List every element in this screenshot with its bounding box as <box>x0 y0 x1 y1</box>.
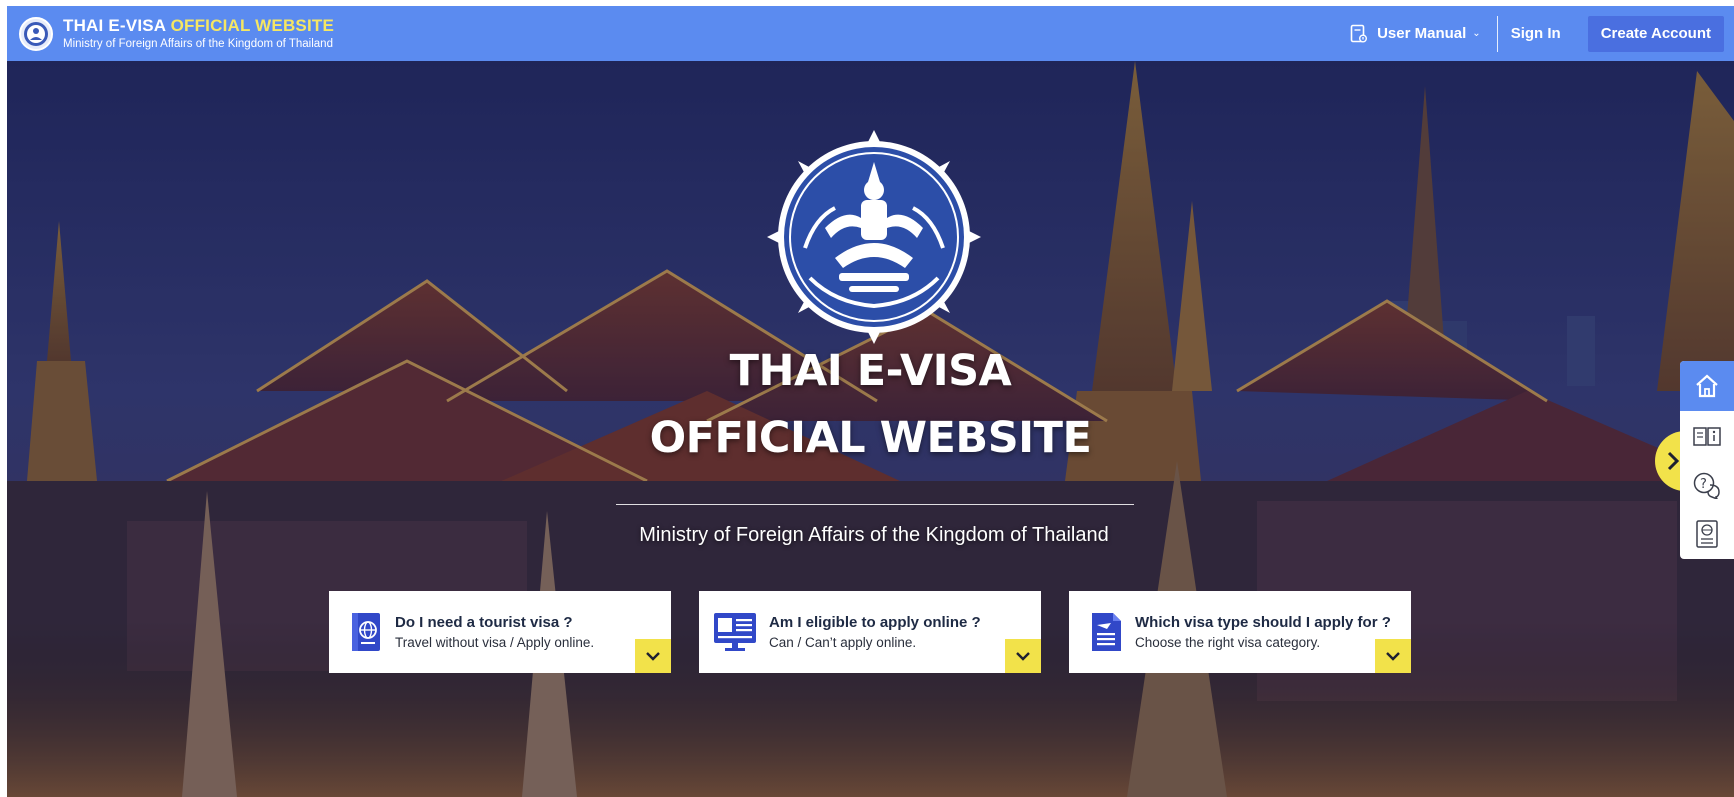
help-chat-icon[interactable]: ? <box>1680 460 1734 509</box>
chevron-right-icon <box>1667 451 1679 471</box>
passport-icon <box>349 611 383 653</box>
top-header: THAI E-VISA OFFICIAL WEBSITE Ministry of… <box>7 6 1734 61</box>
user-manual-menu[interactable]: User Manual ⌄ <box>1350 24 1481 44</box>
card-answer: Travel without visa / Apply online. <box>395 634 595 650</box>
card-answer: Can / Can’t apply online. <box>769 634 917 650</box>
manual-book-icon <box>1350 24 1368 44</box>
ministry-emblem-image <box>765 128 983 346</box>
hero-title-line1: THAI E-VISA <box>729 346 1012 396</box>
computer-screen-icon <box>713 611 757 653</box>
chevron-down-icon[interactable] <box>1005 639 1041 673</box>
site-title-part1: THAI E-VISA <box>63 15 166 35</box>
document-icon <box>1089 611 1123 653</box>
chevron-down-icon[interactable] <box>1375 639 1411 673</box>
side-toolbar: ? <box>1680 361 1734 559</box>
svg-text:?: ? <box>1700 477 1707 492</box>
card-answer: Choose the right visa category. <box>1135 634 1321 650</box>
home-icon[interactable] <box>1680 361 1734 411</box>
card-question: Which visa type should I apply for ? <box>1135 613 1391 631</box>
sign-in-link[interactable]: Sign In <box>1511 25 1561 42</box>
thai-emblem-icon[interactable] <box>19 16 53 51</box>
info-book-icon[interactable] <box>1680 411 1734 460</box>
site-title-part2: OFFICIAL WEBSITE <box>170 15 335 35</box>
hero-ministry-text: Ministry of Foreign Affairs of the Kingd… <box>639 524 1109 546</box>
site-subtitle: Ministry of Foreign Affairs of the Kingd… <box>63 37 333 50</box>
eligibility-card[interactable]: Am I eligible to apply online ? Can / Ca… <box>699 591 1041 673</box>
header-nav: User Manual ⌄ Sign In Create Account <box>1350 6 1734 61</box>
chevron-down-icon: ⌄ <box>1472 28 1481 39</box>
user-manual-label: User Manual <box>1377 25 1467 42</box>
page: THAI E-VISA OFFICIAL WEBSITE Ministry of… <box>7 6 1734 797</box>
visa-document-icon[interactable] <box>1680 509 1734 558</box>
hero-title-line2: OFFICIAL WEBSITE <box>649 413 1092 463</box>
tourist-visa-card[interactable]: Do I need a tourist visa ? Travel withou… <box>329 591 671 673</box>
hero-section: THAI E-VISA OFFICIAL WEBSITE Ministry of… <box>7 61 1734 797</box>
card-question: Do I need a tourist visa ? <box>395 613 573 631</box>
site-title: THAI E-VISA OFFICIAL WEBSITE <box>63 16 334 36</box>
card-question: Am I eligible to apply online ? <box>769 613 981 631</box>
site-branding[interactable]: THAI E-VISA OFFICIAL WEBSITE Ministry of… <box>63 16 334 52</box>
create-account-button[interactable]: Create Account <box>1587 15 1724 52</box>
hero-divider <box>616 504 1134 505</box>
visa-type-card[interactable]: Which visa type should I apply for ? Cho… <box>1069 591 1411 673</box>
nav-divider <box>1496 15 1498 52</box>
chevron-down-icon[interactable] <box>635 639 671 673</box>
